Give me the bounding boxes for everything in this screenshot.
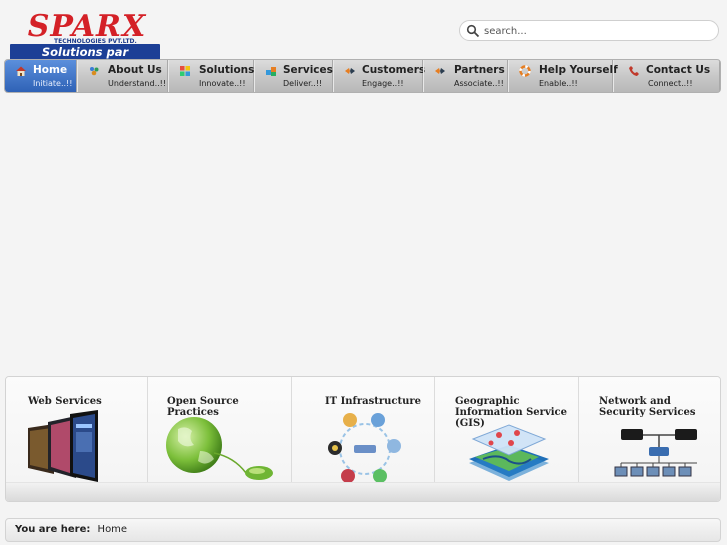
nav-sub: Initiate..!! [33, 79, 73, 88]
nav-label: Help Yourself [539, 64, 618, 76]
service-panel-it-infrastructure[interactable]: IT Infrastructure [292, 377, 435, 501]
nav-item-solutions[interactable]: Solutions Innovate..!! [168, 60, 254, 92]
nav-sub: Deliver..!! [283, 79, 323, 88]
service-title: Web Services [28, 396, 102, 407]
nav-item-home[interactable]: Home Initiate..!! [5, 60, 77, 92]
web-screens-image [28, 410, 98, 482]
breadcrumb-label: You are here: [15, 524, 91, 535]
breadcrumb-current[interactable]: Home [98, 524, 128, 535]
nav-sub: Engage..!! [362, 79, 404, 88]
nav-sub: Innovate..!! [199, 79, 246, 88]
main-nav: Home Initiate..!! About Us Understand..!… [4, 59, 721, 93]
nav-item-contact-us[interactable]: Contact Us Connect..!! [613, 60, 720, 92]
services-strip: Web Services Open Source Practices IT In… [5, 376, 721, 502]
service-title: Network and Security Services [599, 396, 696, 418]
nav-sub: Enable..!! [539, 79, 578, 88]
globe-mouse-image [166, 417, 273, 480]
banner-area [0, 94, 727, 374]
people-icon [90, 67, 99, 76]
puzzle-icon [180, 66, 190, 76]
service-title: IT Infrastructure [325, 396, 421, 407]
nav-item-customers[interactable]: Customers Engage..!! [333, 60, 426, 92]
search-input[interactable] [482, 22, 711, 41]
service-panel-network-security[interactable]: Network and Security Services [579, 377, 720, 501]
breadcrumb: You are here: Home [5, 518, 721, 542]
service-panel-open-source[interactable]: Open Source Practices [148, 377, 292, 501]
nav-label: Solutions [199, 64, 255, 76]
nav-sub: Connect..!! [648, 79, 693, 88]
nav-label: Home [33, 64, 68, 76]
nav-item-services[interactable]: Services Deliver..!! [254, 60, 333, 92]
cubes-icon [266, 67, 276, 76]
nav-item-about-us[interactable]: About Us Understand..!! [77, 60, 168, 92]
phone-icon [629, 66, 639, 76]
handshake-icon [435, 68, 445, 74]
search-box [459, 20, 719, 41]
nav-label: About Us [108, 64, 162, 76]
nav-sub: Understand..!! [108, 79, 167, 88]
infrastructure-cycle-image [328, 413, 401, 483]
nav-label: Partners [454, 64, 505, 76]
nav-label: Services [283, 64, 333, 76]
service-panel-gis[interactable]: Geographic Information Service (GIS) [435, 377, 579, 501]
nav-label: Customers [362, 64, 426, 76]
nav-label: Contact Us [646, 64, 711, 76]
service-panel-web-services[interactable]: Web Services [6, 377, 148, 501]
handshake-icon [345, 68, 355, 74]
network-diagram-image [614, 429, 697, 477]
home-icon [16, 66, 26, 76]
lifebuoy-icon [519, 65, 531, 77]
company-logo[interactable]: SPARX TECHNOLOGIES PVT.LTD. Solutions pa… [10, 12, 160, 76]
nav-item-help-yourself[interactable]: Help Yourself Enable..!! [508, 60, 618, 92]
nav-sub: Associate..!! [454, 79, 504, 88]
gis-layers-image [469, 424, 549, 481]
nav-item-partners[interactable]: Partners Associate..!! [423, 60, 508, 92]
search-icon[interactable] [466, 24, 480, 38]
